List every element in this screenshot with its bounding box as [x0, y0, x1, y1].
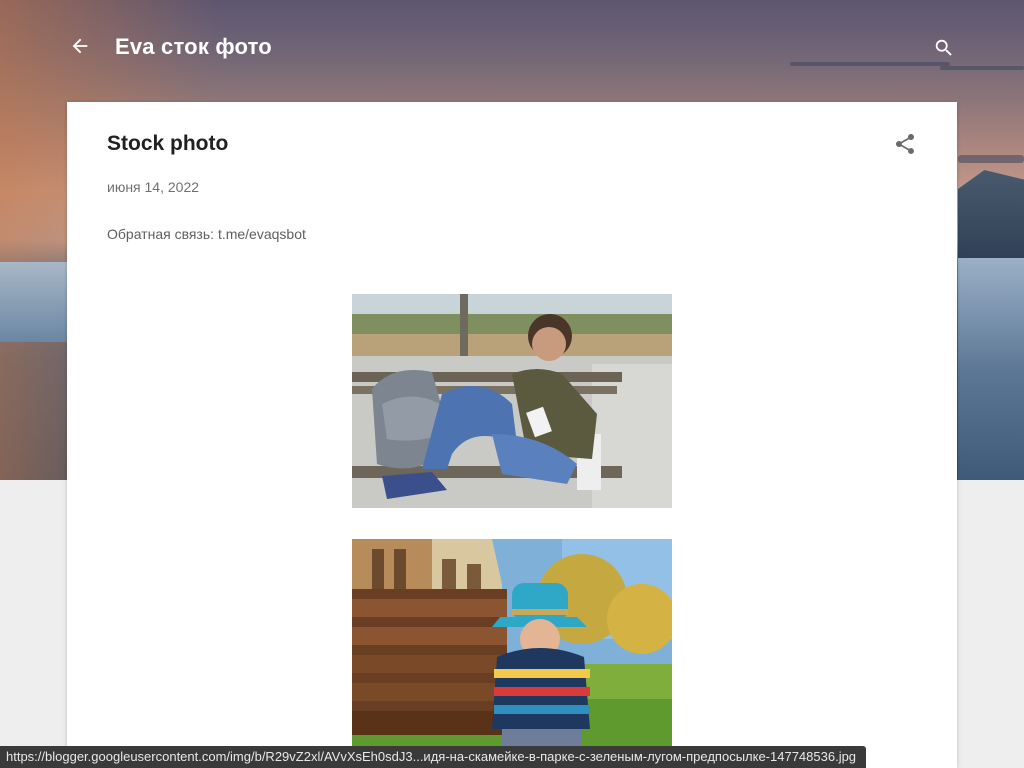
link-preview-statusbar: https://blogger.googleusercontent.com/im…	[0, 746, 867, 768]
feedback-label: Обратная связь:	[107, 226, 218, 242]
feedback-line: Обратная связь: t.me/evaqsbot	[107, 226, 306, 242]
share-button[interactable]	[893, 132, 917, 156]
search-button[interactable]	[930, 36, 958, 64]
hero-cloud	[958, 155, 1024, 163]
hero-mountain	[958, 170, 1024, 265]
arrow-back-icon	[69, 35, 91, 62]
share-icon	[893, 134, 917, 160]
hero-water-right	[958, 258, 1024, 480]
post-image-2[interactable]	[352, 539, 672, 768]
post-title: Stock photo	[107, 132, 229, 155]
post-card: Stock photo июня 14, 2022 Обратная связь…	[67, 102, 957, 768]
search-icon	[933, 37, 955, 64]
post-image-1[interactable]	[352, 294, 672, 508]
back-button[interactable]	[66, 34, 94, 62]
hero-water-left	[0, 262, 70, 342]
blog-title[interactable]: Eva сток фото	[115, 34, 272, 60]
blog-header: Eva сток фото	[0, 0, 1024, 100]
post-date: июня 14, 2022	[107, 179, 200, 195]
feedback-link[interactable]: t.me/evaqsbot	[218, 226, 306, 242]
